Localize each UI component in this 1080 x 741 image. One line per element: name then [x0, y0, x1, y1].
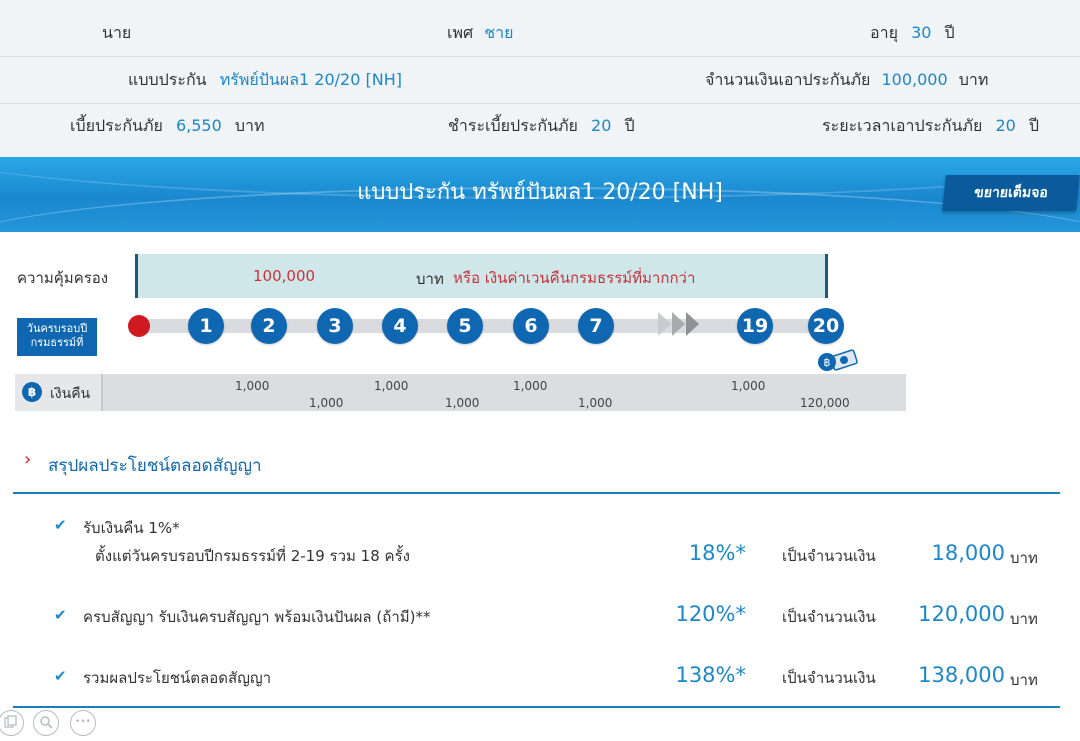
info-row-3: เบี้ยประกันภัย 6,550 บาท ชำระเบี้ยประกัน… — [0, 103, 1080, 149]
coverage-term-label: ระยะเวลาเอาประกันภัย — [822, 116, 983, 135]
benefit-2-title: ครบสัญญา รับเงินครบสัญญา พร้อมเงินปันผล … — [83, 608, 431, 626]
refund-label: เงินคืน — [50, 386, 91, 402]
benefit-3-title: รวมผลประโยชน์ตลอดสัญญา — [83, 669, 272, 687]
year-6-marker: 6 — [513, 308, 549, 344]
benefit-1-title: รับเงินคืน 1%* — [83, 519, 180, 537]
age-value: 30 — [911, 23, 932, 42]
plan-banner-title: แบบประกัน ทรัพย์ปันผล1 20/20 [NH] — [357, 180, 723, 205]
benefit-3-currency: บาท — [1010, 671, 1038, 689]
premium-label: เบี้ยประกันภัย — [70, 116, 163, 135]
policy-anniversary-label-line2: กรมธรรม์ที่ — [30, 336, 84, 349]
sum-insured-unit: บาท — [958, 70, 989, 89]
sum-insured-field: จำนวนเงินเอาประกันภัย 100,000 บาท — [705, 57, 988, 103]
refund-value-year-5: 1,000 — [445, 396, 480, 410]
summary-bottom-divider — [13, 706, 1060, 708]
plan-label: แบบประกัน — [128, 70, 207, 89]
check-icon: ✔ — [54, 516, 67, 534]
sum-insured-value: 100,000 — [881, 70, 948, 89]
coverage-term-value: 20 — [995, 116, 1016, 135]
coverage-amount: 100,000 — [253, 267, 316, 285]
refund-value-year-7: 1,000 — [578, 396, 613, 410]
benefit-3-amount-prefix: เป็นจำนวนเงิน — [782, 669, 876, 687]
policy-anniversary-label: วันครบรอบปี กรมธรรม์ที่ — [17, 318, 97, 356]
money-bag-icon: ฿ — [816, 345, 860, 375]
benefit-2-amount-prefix: เป็นจำนวนเงิน — [782, 608, 876, 626]
zoom-icon[interactable] — [33, 710, 59, 736]
benefit-2-currency: บาท — [1010, 610, 1038, 628]
benefit-1-percent: 18%* — [688, 541, 746, 565]
copy-icon[interactable] — [0, 710, 24, 736]
chevron-right-icon: › — [24, 449, 32, 470]
plan-value: ทรัพย์ปันผล1 20/20 [NH] — [219, 70, 402, 89]
policy-anniversary-label-line1: วันครบรอบปี — [26, 322, 88, 335]
info-row-1: นาย เพศ ชาย อายุ 30 ปี — [0, 10, 1080, 57]
year-3-marker: 3 — [317, 308, 353, 344]
payment-term-label: ชำระเบี้ยประกันภัย — [448, 116, 578, 135]
timeline-track — [140, 319, 830, 333]
timeline-start-dot — [128, 315, 150, 337]
gender-value: ชาย — [484, 23, 514, 42]
gender-label: เพศ — [447, 23, 474, 42]
premium-value: 6,550 — [175, 116, 222, 135]
refund-value-year-6: 1,000 — [513, 379, 548, 393]
refund-value-year-3: 1,000 — [309, 396, 344, 410]
gender-field: เพศ ชาย — [447, 10, 513, 56]
payment-term-field: ชำระเบี้ยประกันภัย 20 ปี — [448, 103, 635, 149]
year-7-marker: 7 — [578, 308, 614, 344]
customer-info-panel: นาย เพศ ชาย อายุ 30 ปี แบบประกัน ทรัพย์ป… — [0, 0, 1080, 157]
benefit-1-amount-prefix: เป็นจำนวนเงิน — [782, 547, 876, 565]
chevron-right-icon — [686, 312, 699, 336]
chevron-right-icon — [658, 312, 671, 336]
year-19-marker: 19 — [737, 308, 773, 344]
benefit-2-amount: 120,000 — [918, 602, 1005, 626]
year-5-marker: 5 — [447, 308, 483, 344]
refund-value-year-19: 1,000 — [731, 379, 766, 393]
age-unit: ปี — [944, 23, 955, 42]
expand-fullscreen-button[interactable]: ขยายเต็มจอ — [942, 175, 1080, 211]
year-2-marker: 2 — [251, 308, 287, 344]
year-1-marker: 1 — [188, 308, 224, 344]
baht-coin-icon: ฿ — [22, 382, 42, 402]
premium-unit: บาท — [234, 116, 265, 135]
sum-insured-label: จำนวนเงินเอาประกันภัย — [705, 70, 871, 89]
age-label: อายุ — [870, 23, 898, 42]
age-field: อายุ 30 ปี — [870, 10, 955, 56]
benefit-1-detail: ตั้งแต่วันครบรอบปีกรมธรรม์ที่ 2-19 รวม 1… — [95, 547, 410, 565]
refund-value-year-2: 1,000 — [235, 379, 270, 393]
payment-term-value: 20 — [591, 116, 612, 135]
summary-top-divider — [13, 492, 1060, 494]
chevron-right-icon — [672, 312, 685, 336]
svg-text:฿: ฿ — [824, 356, 831, 369]
benefit-1-currency: บาท — [1010, 549, 1038, 567]
year-20-marker: 20 — [808, 308, 844, 344]
benefit-3-percent: 138%* — [675, 663, 746, 687]
benefit-3-amount: 138,000 — [918, 663, 1005, 687]
benefit-2-percent: 120%* — [675, 602, 746, 626]
coverage-term-field: ระยะเวลาเอาประกันภัย 20 ปี — [822, 103, 1039, 149]
coverage-note: หรือ เงินค่าเวนคืนกรมธรรม์ที่มากกว่า — [453, 269, 696, 287]
more-options-icon[interactable]: ••• — [70, 710, 96, 736]
plan-banner: แบบประกัน ทรัพย์ปันผล1 20/20 [NH] — [0, 157, 1080, 232]
coverage-unit: บาท — [416, 270, 444, 288]
check-icon: ✔ — [54, 606, 67, 624]
check-icon: ✔ — [54, 667, 67, 685]
payment-term-unit: ปี — [624, 116, 635, 135]
benefit-1-amount: 18,000 — [931, 541, 1005, 565]
refund-value-year-20: 120,000 — [800, 396, 850, 410]
plan-field: แบบประกัน ทรัพย์ปันผล1 20/20 [NH] — [128, 57, 402, 103]
coverage-label: ความคุ้มครอง — [17, 269, 109, 287]
coverage-term-unit: ปี — [1028, 116, 1040, 135]
refund-value-year-4: 1,000 — [374, 379, 409, 393]
info-row-2: แบบประกัน ทรัพย์ปันผล1 20/20 [NH] จำนวนเ… — [0, 57, 1080, 104]
summary-title: สรุปผลประโยชน์ตลอดสัญญา — [48, 456, 262, 476]
title-prefix: นาย — [102, 23, 132, 42]
year-4-marker: 4 — [382, 308, 418, 344]
premium-field: เบี้ยประกันภัย 6,550 บาท — [70, 103, 265, 149]
